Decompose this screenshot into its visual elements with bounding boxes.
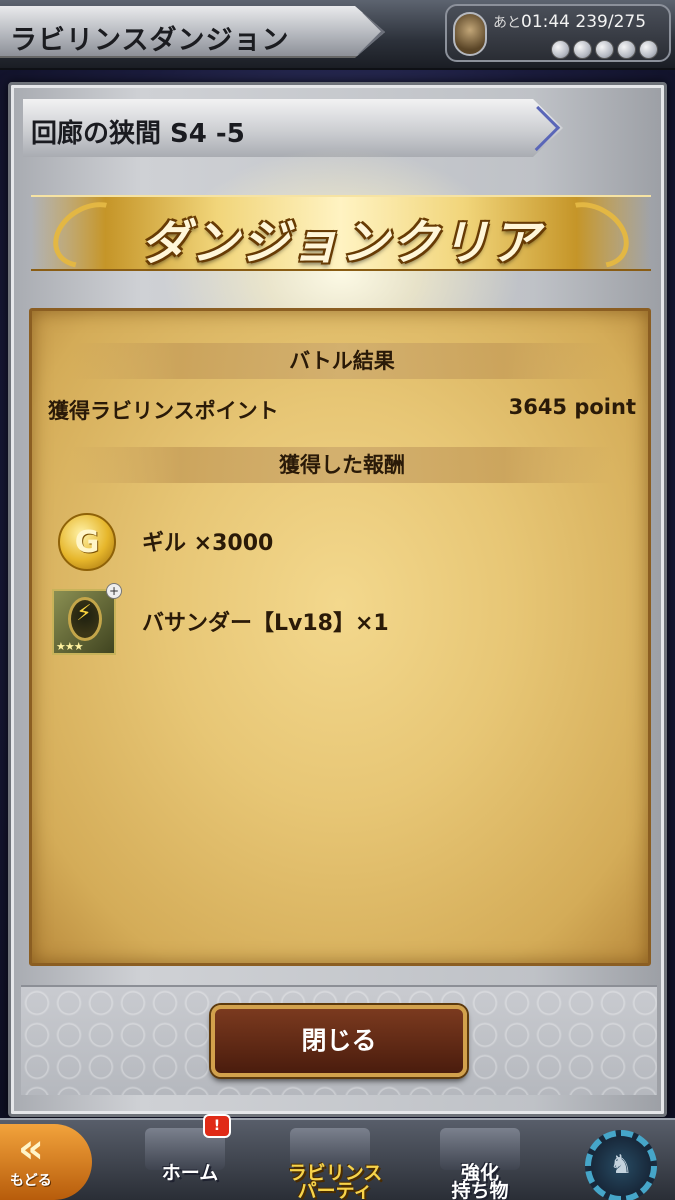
nav-labyrinth-party[interactable]: ラビリンス パーティ	[270, 1124, 400, 1200]
gear-icon: ♞	[585, 1130, 657, 1200]
character-portrait-icon	[453, 12, 487, 56]
materia-icon[interactable]: ⚡ ★★★ +	[52, 583, 122, 655]
nav-items-label: 強化 持ち物	[420, 1164, 540, 1200]
labyrinth-point-label: 獲得ラビリンスポイント	[48, 399, 279, 423]
close-button[interactable]: 閉じる	[211, 1005, 467, 1077]
stamina-value: 239/275	[575, 12, 647, 32]
reward-text: バサンダー【Lv18】×1	[142, 611, 389, 636]
stage-title: 回廊の狭間 S4 -5	[31, 119, 245, 149]
back-label: もどる	[10, 1173, 52, 1189]
orb-icon	[551, 40, 570, 59]
page-title: ラビリンスダンジョン	[10, 25, 290, 56]
labyrinth-point-value: 3645 point	[508, 395, 636, 419]
reward-text: ギル ×3000	[142, 531, 274, 556]
character-sprite-icon: ♞	[609, 1150, 633, 1180]
stamina-display: あと01:44 239/275	[445, 4, 671, 62]
clear-banner: ダンジョンクリア	[31, 189, 651, 281]
rewards-header: 獲得した報酬	[72, 447, 612, 483]
result-dialog: 回廊の狭間 S4 -5 ダンジョンクリア バトル結果 獲得ラビリンスポイント 3…	[8, 82, 667, 1117]
nav-home-label: ホーム	[161, 1162, 219, 1184]
back-button[interactable]: « もどる	[0, 1124, 92, 1200]
gil-coin-glyph: G	[74, 525, 100, 560]
plus-icon: +	[106, 583, 122, 599]
stamina-orbs	[551, 40, 658, 59]
stamina-prefix: あと	[493, 15, 521, 31]
stamina-text: あと01:44 239/275	[493, 12, 646, 32]
labyrinth-point-row: 獲得ラビリンスポイント 3645 point	[48, 395, 636, 425]
top-bar: ラビリンスダンジョン あと01:44 239/275	[0, 0, 675, 70]
lightning-icon: ⚡	[76, 601, 92, 626]
rarity-stars-icon: ★★★	[56, 640, 84, 653]
title-plate: ラビリンスダンジョン	[0, 6, 385, 58]
orb-icon	[639, 40, 658, 59]
orb-icon	[595, 40, 614, 59]
nav-settings[interactable]: ♞	[575, 1124, 675, 1200]
nav-party-label-line2: パーティ	[297, 1180, 373, 1200]
stamina-timer: 01:44	[521, 12, 570, 32]
gil-coin-icon: G	[58, 513, 116, 571]
results-parchment: バトル結果 獲得ラビリンスポイント 3645 point 獲得した報酬 G ギル…	[29, 308, 651, 966]
nav-home[interactable]: ! ホーム	[125, 1114, 255, 1200]
orb-icon	[573, 40, 592, 59]
orb-icon	[617, 40, 636, 59]
nav-items-label-line2: 持ち物	[451, 1180, 509, 1200]
notification-badge: !	[203, 1114, 231, 1138]
battle-result-header: バトル結果	[72, 343, 612, 379]
double-chevron-left-icon: «	[18, 1126, 44, 1172]
nav-items[interactable]: 強化 持ち物	[420, 1124, 540, 1200]
nav-party-label: ラビリンス パーティ	[270, 1164, 400, 1200]
dungeon-clear-title: ダンジョンクリア	[140, 215, 541, 271]
bottom-nav: « もどる ! ホーム ラビリンス パーティ 強化 持ち物 ♞	[0, 1114, 675, 1200]
